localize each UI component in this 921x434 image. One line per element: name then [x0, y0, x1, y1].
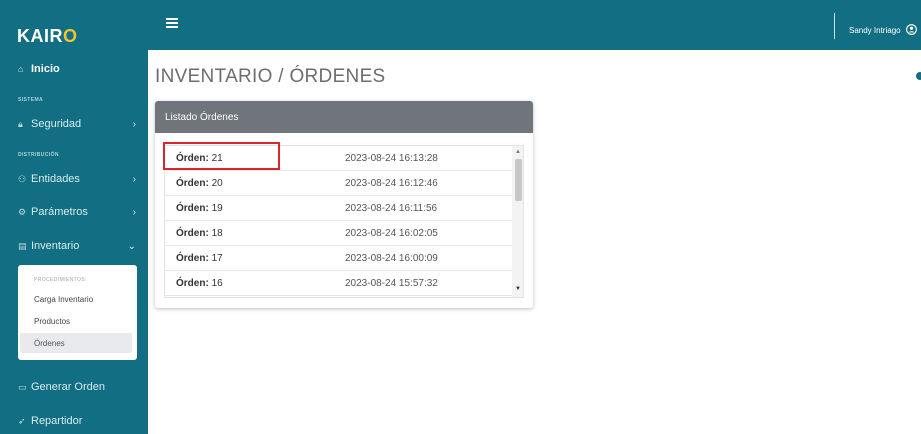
sidebar-item-repartidor[interactable]: ➶ Repartidor — [0, 407, 148, 434]
chevron-right-icon: › — [132, 206, 136, 218]
order-datetime: 2023-08-24 15:57:32 — [345, 278, 438, 289]
order-number: 21 — [211, 153, 223, 164]
scroll-thumb[interactable] — [515, 159, 522, 201]
submenu-item-productos[interactable]: Productos — [20, 311, 132, 331]
scroll-up-icon[interactable]: ▲ — [515, 149, 521, 155]
sidebar-item-generar-orden[interactable]: ▭ Generar Orden — [0, 373, 148, 401]
list-item[interactable]: Órden: 21 2023-08-24 16:13:28 — [165, 146, 512, 171]
order-number: 19 — [211, 203, 223, 214]
section-label-distribucion: DISTRIBUCIÓN — [18, 152, 59, 158]
order-label: Órden: 20 — [176, 178, 223, 189]
order-label: Órden: 18 — [176, 228, 223, 239]
order-datetime: 2023-08-24 16:02:05 — [345, 228, 438, 239]
order-label: Órden: 19 — [176, 203, 223, 214]
list-item[interactable]: Órden: 16 2023-08-24 15:57:32 — [165, 271, 512, 296]
sidebar-item-label: Generar Orden — [31, 381, 105, 393]
order-datetime: 2023-08-24 16:12:46 — [345, 178, 438, 189]
order-number: 17 — [211, 253, 223, 264]
brand-logo[interactable]: KAIRO — [17, 26, 78, 47]
sidebar-item-inventario[interactable]: ▤ Inventario ⌄ — [0, 232, 148, 260]
order-datetime: 2023-08-24 16:00:09 — [345, 253, 438, 264]
sidebar-item-seguridad[interactable]: 🔒︎ Seguridad › — [0, 110, 148, 138]
card-header: Listado Órdenes — [155, 101, 533, 133]
scrollbar[interactable]: ▲ ▼ — [512, 146, 523, 297]
order-prefix: Órden: — [176, 203, 209, 214]
list-icon: ▤ — [18, 240, 27, 251]
list-item[interactable]: Órden: 20 2023-08-24 16:12:46 — [165, 171, 512, 196]
sidebar: ⌂ Inicio SISTEMA 🔒︎ Seguridad › DISTRIBU… — [0, 50, 148, 434]
hamburger-icon[interactable] — [166, 18, 178, 28]
section-label-sistema: SISTEMA — [18, 97, 44, 103]
sidebar-item-parametros[interactable]: ⚙︎ Parámetros › — [0, 198, 148, 226]
page-title: INVENTARIO / ÓRDENES — [155, 66, 386, 87]
lock-icon: 🔒︎ — [18, 118, 23, 129]
list-item[interactable]: Órden: 17 2023-08-24 16:00:09 — [165, 246, 512, 271]
chevron-right-icon: › — [132, 118, 136, 130]
inventario-submenu: PROCEDIMIENTOS: Carga Inventario Product… — [18, 265, 137, 360]
topbar-divider — [834, 13, 835, 39]
order-datetime: 2023-08-24 16:13:28 — [345, 153, 438, 164]
submenu-item-ordenes[interactable]: Órdenes — [20, 333, 132, 353]
list-item[interactable]: Órden: 18 2023-08-24 16:02:05 — [165, 221, 512, 246]
order-number: 20 — [211, 178, 223, 189]
brand-accent-text: O — [63, 26, 78, 46]
order-label: Órden: 16 — [176, 278, 223, 289]
user-circle-icon[interactable] — [906, 24, 917, 35]
sidebar-item-label: Inicio — [31, 63, 60, 75]
order-number: 16 — [211, 278, 223, 289]
sidebar-item-label: Entidades — [31, 173, 80, 185]
send-icon: ➶ — [18, 415, 26, 426]
brand-area: KAIRO — [0, 0, 148, 50]
order-datetime: 2023-08-24 16:11:56 — [345, 203, 438, 214]
users-icon: ⚇ — [18, 173, 27, 184]
sliders-icon: ⚙︎ — [18, 206, 27, 217]
order-label: Órden: 17 — [176, 253, 223, 264]
order-prefix: Órden: — [176, 153, 209, 164]
order-number: 18 — [211, 228, 223, 239]
user-name[interactable]: Sandy Intriago — [849, 26, 901, 35]
orders-list[interactable]: Órden: 21 2023-08-24 16:13:28 Órden: 20 … — [164, 145, 524, 298]
order-prefix: Órden: — [176, 228, 209, 239]
order-prefix: Órden: — [176, 178, 209, 189]
sidebar-item-label: Repartidor — [31, 415, 83, 427]
brand-text: KAIR — [17, 26, 63, 46]
sidebar-item-entidades[interactable]: ⚇ Entidades › — [0, 165, 148, 193]
sidebar-item-label: Seguridad — [31, 118, 82, 130]
order-prefix: Órden: — [176, 278, 209, 289]
submenu-title: PROCEDIMIENTOS: — [34, 277, 87, 283]
sidebar-item-inicio[interactable]: ⌂ Inicio — [0, 55, 148, 83]
home-icon: ⌂ — [18, 64, 24, 74]
scroll-down-icon[interactable]: ▼ — [515, 286, 521, 292]
top-bar: KAIRO Sandy Intriago — [0, 0, 921, 50]
chevron-down-icon: ⌄ — [127, 240, 136, 252]
sidebar-item-label: Inventario — [31, 240, 80, 252]
status-dot — [916, 72, 921, 80]
orders-card: Listado Órdenes Órden: 21 2023-08-24 16:… — [155, 101, 533, 308]
submenu-item-carga-inventario[interactable]: Carga Inventario — [20, 289, 132, 309]
order-prefix: Órden: — [176, 253, 209, 264]
chevron-right-icon: › — [132, 173, 136, 185]
order-label: Órden: 21 — [176, 153, 223, 164]
cart-icon: ▭ — [18, 381, 27, 392]
sidebar-item-label: Parámetros — [31, 206, 88, 218]
list-item[interactable]: Órden: 19 2023-08-24 16:11:56 — [165, 196, 512, 221]
